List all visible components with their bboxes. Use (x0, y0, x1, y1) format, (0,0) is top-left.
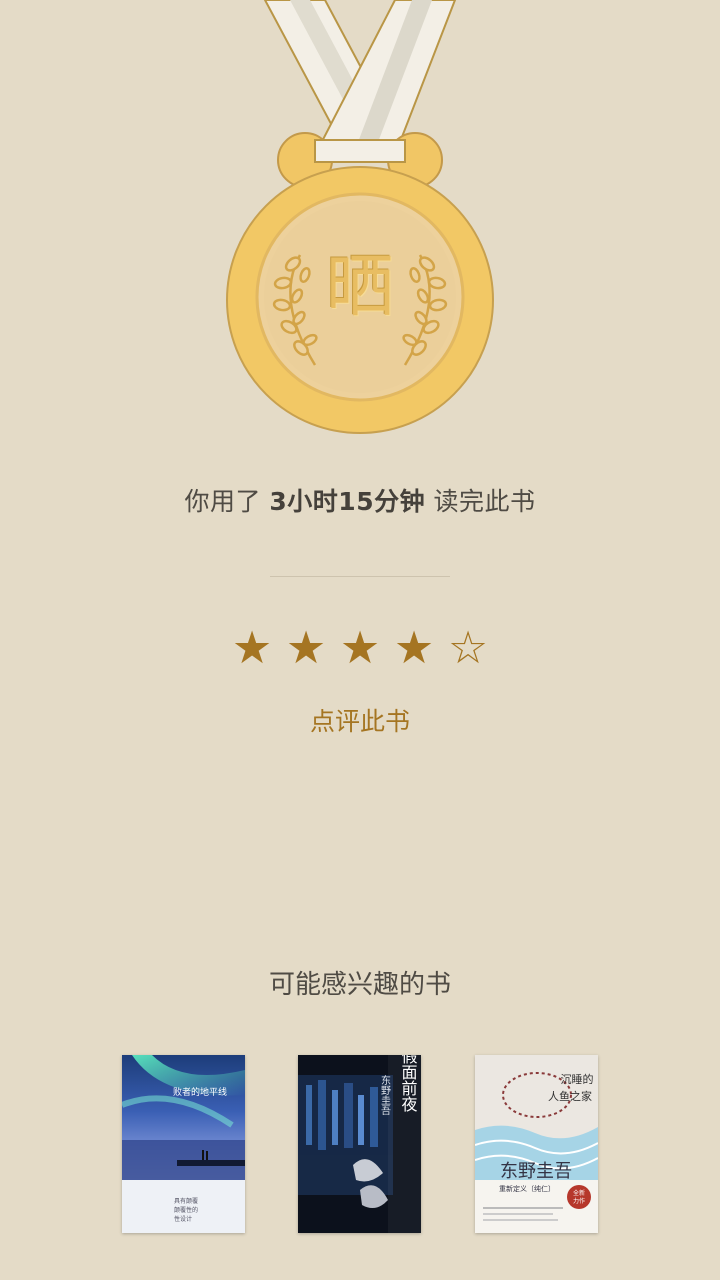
book-cover-3[interactable]: 沉睡的 人鱼之家 东野圭吾 重新定义〔纯仁〕 全新 力作 (475, 1055, 598, 1233)
book-1-label-2: 颠覆性的 (174, 1206, 198, 1214)
reading-time-summary: 你用了 3小时15分钟 读完此书 (0, 482, 720, 522)
star-3-icon[interactable]: ★ (337, 620, 383, 676)
review-book-button[interactable]: 点评此书 (260, 700, 460, 744)
recommendations-title: 可能感兴趣的书 (268, 970, 451, 1000)
book-3-author: 东野圭吾 (500, 1161, 572, 1182)
book-2-title: 假面前夜 (399, 1055, 418, 1112)
book-cover-1[interactable]: 败者的地平线 具有颠覆 颠覆性的 性设计 (122, 1055, 245, 1233)
reading-duration: 3小时15分钟 (269, 487, 426, 516)
star-5-icon[interactable]: ☆ (445, 620, 491, 676)
star-1-icon[interactable]: ★ (229, 620, 275, 676)
book-1-label-1: 具有颠覆 (174, 1197, 198, 1205)
star-2-icon[interactable]: ★ (283, 620, 329, 676)
book-cover-2[interactable]: 假面前夜 东野圭吾 (298, 1055, 421, 1233)
book-2-author: 东野圭吾 (379, 1074, 391, 1116)
medal-graphic (226, 0, 494, 434)
book-cover-2-art: 假面前夜 东野圭吾 (298, 1055, 421, 1233)
divider (270, 576, 450, 577)
book-cover-1-art: 败者的地平线 具有颠覆 颠覆性的 性设计 (122, 1055, 245, 1233)
reading-complete-page: 晒 你用了 3小时15分钟 读完此书 ★ ★ ★ ★ ☆ 点评此书 可能感兴趣的… (0, 0, 720, 1280)
star-rating[interactable]: ★ ★ ★ ★ ☆ (0, 620, 720, 676)
book-3-badge-line-1: 全新 (573, 1189, 585, 1197)
medal-character: 晒 (325, 248, 394, 327)
book-3-title-line-1: 沉睡的 (561, 1072, 594, 1086)
book-3-title-line-2: 人鱼之家 (548, 1089, 592, 1103)
book-3-badge-line-2: 力作 (573, 1197, 585, 1205)
book-3-subtitle: 重新定义〔纯仁〕 (499, 1184, 555, 1193)
book-1-title: 败者的地平线 (173, 1086, 227, 1098)
star-4-icon[interactable]: ★ (391, 620, 437, 676)
reading-time-prefix: 你用了 (184, 487, 261, 516)
book-cover-3-art: 沉睡的 人鱼之家 东野圭吾 重新定义〔纯仁〕 全新 力作 (475, 1055, 598, 1233)
medal-illustration: 晒 (0, 0, 720, 440)
book-1-label-3: 性设计 (174, 1215, 192, 1223)
reading-time-suffix: 读完此书 (433, 487, 536, 516)
